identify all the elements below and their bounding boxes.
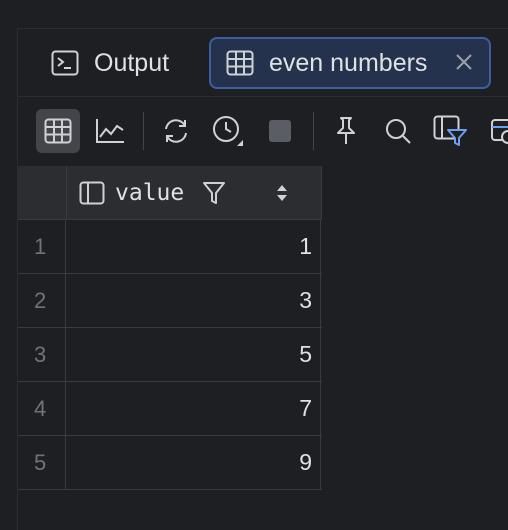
- history-icon[interactable]: [206, 109, 250, 153]
- row-number: 3: [18, 328, 66, 381]
- column-icon: [79, 181, 105, 205]
- console-icon: [50, 48, 80, 78]
- value-cell[interactable]: 1: [67, 220, 321, 273]
- value-cell[interactable]: 7: [67, 382, 321, 435]
- toolbar-separator: [313, 112, 314, 150]
- pin-icon[interactable]: [324, 109, 368, 153]
- row-number: 4: [18, 382, 66, 435]
- value-cell[interactable]: 9: [67, 436, 321, 489]
- more-icon[interactable]: [480, 109, 508, 153]
- table-row[interactable]: 11: [18, 220, 322, 274]
- column-name: value: [115, 179, 185, 206]
- table-row[interactable]: 47: [18, 382, 322, 436]
- stop-icon[interactable]: [258, 109, 302, 153]
- chart-view-icon[interactable]: [88, 109, 132, 153]
- row-number-header: [18, 166, 67, 219]
- filter-columns-icon[interactable]: [428, 109, 472, 153]
- grid-header: value: [18, 166, 322, 220]
- refresh-icon[interactable]: [154, 109, 198, 153]
- value-cell[interactable]: 5: [67, 328, 321, 381]
- run-results-panel: Output even numbers value 1 1 2 3 3 5 4 …: [18, 29, 508, 530]
- tab-bar: Output even numbers: [18, 29, 508, 97]
- tab-even-numbers[interactable]: even numbers: [209, 37, 491, 89]
- column-header-value[interactable]: value: [67, 166, 322, 219]
- tab-even-numbers-label: even numbers: [269, 48, 428, 77]
- table-row[interactable]: 23: [18, 274, 322, 328]
- tab-output-label: Output: [94, 48, 170, 77]
- value-cell[interactable]: 3: [67, 274, 321, 327]
- row-number: 5: [18, 436, 66, 489]
- sort-icon[interactable]: [276, 184, 288, 202]
- row-number: 1: [18, 220, 66, 273]
- row-number: 2: [18, 274, 66, 327]
- table-icon: [225, 48, 255, 78]
- table-view-icon[interactable]: [36, 109, 80, 153]
- left-tool-strip: [0, 28, 18, 530]
- filter-icon[interactable]: [202, 181, 226, 205]
- search-icon[interactable]: [376, 109, 420, 153]
- tab-output[interactable]: Output: [38, 37, 213, 89]
- toolbar-separator: [143, 112, 144, 150]
- window-top-strip: [0, 0, 508, 29]
- table-row[interactable]: 59: [18, 436, 322, 490]
- table-row[interactable]: 35: [18, 328, 322, 382]
- results-toolbar: [18, 96, 508, 166]
- close-icon[interactable]: [451, 49, 477, 75]
